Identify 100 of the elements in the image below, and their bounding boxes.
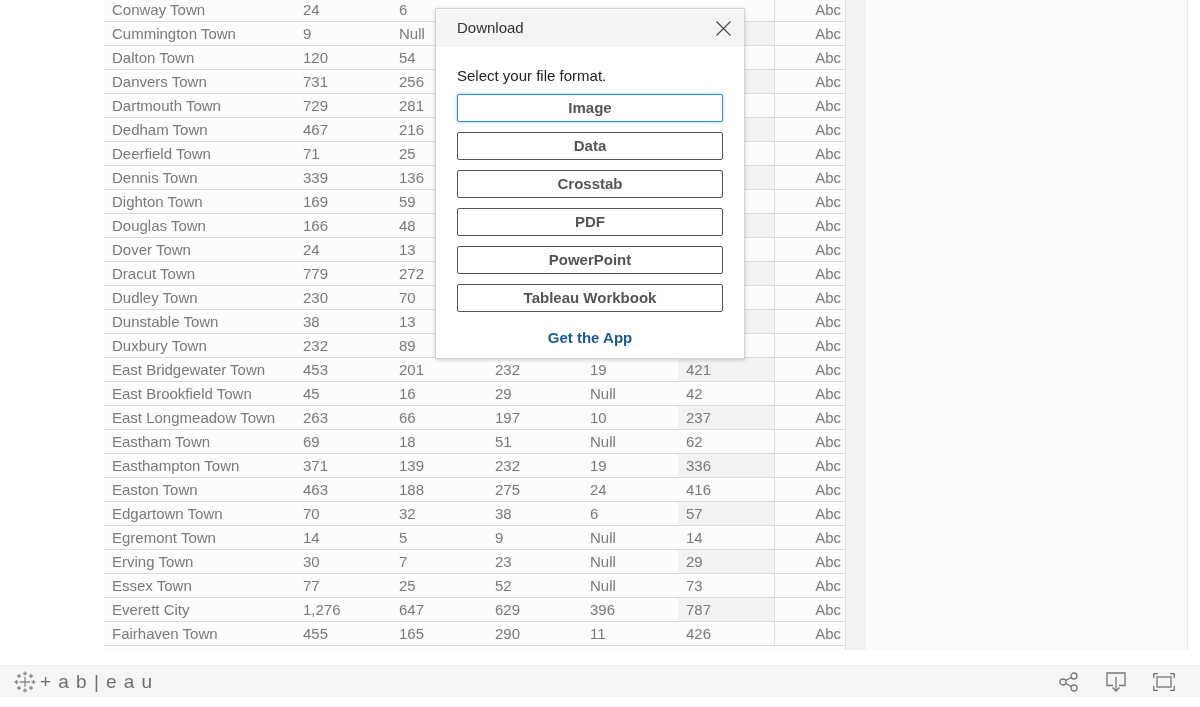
cell-text: Abc xyxy=(815,625,841,642)
cell-text: Null xyxy=(590,433,616,450)
cell-text: Abc xyxy=(815,481,841,498)
cell-text: 62 xyxy=(686,433,703,450)
cell-text: Dighton Town xyxy=(112,193,203,210)
cell-text: Abc xyxy=(815,433,841,450)
cell-text: 416 xyxy=(686,481,712,498)
cell-text: 467 xyxy=(303,121,329,138)
cell-text: 237 xyxy=(686,409,712,426)
cell-text: Conway Town xyxy=(112,1,206,18)
cell-text: 25 xyxy=(399,577,416,594)
cell-text: 32 xyxy=(399,505,416,522)
cell-text: 463 xyxy=(303,481,329,498)
cell-text: 272 xyxy=(399,265,425,282)
cell-text: 136 xyxy=(399,169,425,186)
cell-text: 6 xyxy=(590,505,599,522)
cell-text: 70 xyxy=(399,289,416,306)
cell-text: 25 xyxy=(399,145,416,162)
cell-text: East Bridgewater Town xyxy=(112,361,266,378)
cell-text: Dennis Town xyxy=(112,169,198,186)
cell-text: Abc xyxy=(815,121,841,138)
cell-text: 290 xyxy=(495,625,521,642)
cell-text: 38 xyxy=(303,313,320,330)
cell-text: 779 xyxy=(303,265,329,282)
cell-text: 19 xyxy=(590,361,607,378)
fullscreen-button[interactable] xyxy=(1152,670,1176,693)
format-option-button[interactable]: PowerPoint xyxy=(457,246,723,274)
cell-text: Abc xyxy=(815,553,841,570)
cell-text: 275 xyxy=(495,481,521,498)
cell-text: Null xyxy=(590,577,616,594)
cell-text: Fairhaven Town xyxy=(112,625,218,642)
cell-text: Dalton Town xyxy=(112,49,195,66)
cell-text: 629 xyxy=(495,601,521,618)
cell-text: 169 xyxy=(303,193,329,210)
cell-text: 426 xyxy=(686,625,712,642)
cell-text: 24 xyxy=(303,241,320,258)
cell-text: 232 xyxy=(303,337,329,354)
cell-text: 48 xyxy=(399,217,416,234)
cell-text: Dartmouth Town xyxy=(112,97,221,114)
share-button[interactable] xyxy=(1057,670,1079,693)
cell-text: 263 xyxy=(303,409,329,426)
format-option-button[interactable]: PDF xyxy=(457,208,723,236)
cell-text: 59 xyxy=(399,193,416,210)
cell-text: Abc xyxy=(815,265,841,282)
cell-text: 139 xyxy=(399,457,425,474)
cell-text: 13 xyxy=(399,241,416,258)
cell-text: 10 xyxy=(590,409,607,426)
cell-text: 23 xyxy=(495,553,512,570)
cell-text: 45 xyxy=(303,385,320,402)
cell-text: East Longmeadow Town xyxy=(112,409,276,426)
cell-text: 165 xyxy=(399,625,425,642)
cell-text: Abc xyxy=(815,313,841,330)
cell-text: 9 xyxy=(303,25,312,42)
cell-text: Abc xyxy=(815,73,841,90)
cell-text: 14 xyxy=(686,529,703,546)
cell-text: Abc xyxy=(815,577,841,594)
cell-text: Abc xyxy=(815,337,841,354)
cell-text: Duxbury Town xyxy=(112,337,207,354)
cell-text: 281 xyxy=(399,97,425,114)
cell-text: Egremont Town xyxy=(112,529,216,546)
format-option-button[interactable]: Tableau Workbook xyxy=(457,284,723,312)
cell-text: 453 xyxy=(303,361,329,378)
cell-text: Dracut Town xyxy=(112,265,196,282)
cell-text: Abc xyxy=(815,457,841,474)
cell-text: 66 xyxy=(399,409,416,426)
cell-text: 69 xyxy=(303,433,320,450)
cell-text: 70 xyxy=(303,505,320,522)
dialog-title: Download xyxy=(457,18,524,39)
format-option-button[interactable]: Crosstab xyxy=(457,170,723,198)
cell-text: 371 xyxy=(303,457,329,474)
cell-text: 29 xyxy=(686,553,703,570)
cell-text: Cummington Town xyxy=(112,25,236,42)
cell-text: Abc xyxy=(815,1,841,18)
cell-text: 57 xyxy=(686,505,703,522)
cell-text: 396 xyxy=(590,601,616,618)
cell-text: 201 xyxy=(399,361,425,378)
cell-text: Deerfield Town xyxy=(112,145,211,162)
cell-text: 455 xyxy=(303,625,329,642)
format-option-button[interactable]: Image xyxy=(457,94,723,122)
cell-text: 18 xyxy=(399,433,416,450)
cell-text: 11 xyxy=(590,625,606,642)
format-option-button[interactable]: Data xyxy=(457,132,723,160)
cell-text: 647 xyxy=(399,601,425,618)
cell-text: 38 xyxy=(495,505,512,522)
cell-text: East Brookfield Town xyxy=(112,385,252,402)
logo-icon xyxy=(14,670,36,693)
cell-text: 89 xyxy=(399,337,416,354)
cell-text: 19 xyxy=(590,457,607,474)
cell-text: 188 xyxy=(399,481,425,498)
cell-text: 1,276 xyxy=(303,601,341,618)
cell-text: Dedham Town xyxy=(112,121,208,138)
cell-text: Null xyxy=(590,529,616,546)
cell-text: 731 xyxy=(303,73,329,90)
download-button[interactable] xyxy=(1105,670,1127,693)
logo-wordmark: +ab|eau xyxy=(40,670,160,693)
cell-text: Abc xyxy=(815,49,841,66)
cell-text: 30 xyxy=(303,553,320,570)
cell-text: Abc xyxy=(815,145,841,162)
get-app-link[interactable]: Get the App xyxy=(547,328,633,348)
cell-text: 232 xyxy=(495,457,521,474)
